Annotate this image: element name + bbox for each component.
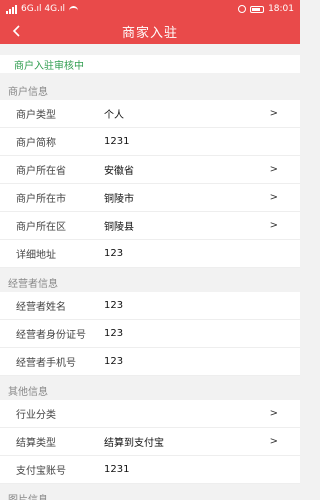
signal-icon — [6, 4, 17, 14]
field-value: 结算到支付宝 — [104, 438, 164, 449]
chevron-right-icon: > — [269, 164, 278, 175]
field-value: 1231 — [104, 136, 130, 147]
field-label: 商户简称 — [16, 138, 56, 149]
chevron-right-icon: > — [269, 436, 278, 447]
review-status-banner: 商户入驻审核中 — [0, 55, 300, 73]
review-status-text: 商户入驻审核中 — [14, 60, 84, 72]
field-label: 经营者身份证号 — [16, 330, 86, 341]
alarm-icon — [238, 5, 247, 13]
field-value: 个人 — [104, 110, 124, 121]
status-left: 6G.ıl 4G.ıl — [6, 4, 78, 14]
field-label: 结算类型 — [16, 438, 56, 449]
form-row: 经营者身份证号 123 — [0, 320, 300, 348]
status-right: 18:01 — [238, 4, 294, 14]
page-title: 商家入驻 — [121, 25, 178, 41]
field-value: 123 — [104, 248, 124, 259]
section-title: 其他信息 — [8, 386, 48, 398]
status-bar: 6G.ıl 4G.ıl 18:01 — [0, 0, 300, 18]
network-label: 6G.ıl 4G.ıl — [21, 4, 65, 14]
form-content: 商户信息 商户类型 个人 > 商户简称 1231 商户所在省 安徽省 > 商户所在市 铜陵市 > 商户所… — [0, 80, 300, 500]
clock: 18:01 — [268, 4, 294, 14]
field-value: 铜陵市 — [104, 194, 134, 205]
form-row[interactable]: 行业分类 > — [0, 400, 300, 428]
field-label: 支付宝账号 — [16, 466, 66, 477]
field-value: 123 — [104, 300, 124, 311]
field-label: 行业分类 — [16, 410, 56, 421]
form-row: 商户简称 1231 — [0, 128, 300, 156]
chevron-right-icon: > — [269, 108, 278, 119]
field-label: 详细地址 — [16, 250, 56, 261]
field-value: 123 — [104, 328, 124, 339]
form-row: 详细地址 123 — [0, 240, 300, 268]
chevron-right-icon: > — [269, 408, 278, 419]
field-label: 商户类型 — [16, 110, 56, 121]
section-title: 经营者信息 — [8, 278, 58, 290]
form-row[interactable]: 商户所在省 安徽省 > — [0, 156, 300, 184]
app-header: 商家入驻 — [0, 18, 300, 44]
chevron-right-icon: > — [269, 220, 278, 231]
field-label: 经营者手机号 — [16, 358, 76, 369]
form-row[interactable]: 商户所在区 铜陵县 > — [0, 212, 300, 240]
form-row[interactable]: 商户所在市 铜陵市 > — [0, 184, 300, 212]
field-value: 安徽省 — [104, 166, 134, 177]
back-button[interactable] — [8, 21, 26, 41]
form-row: 支付宝账号 1231 — [0, 456, 300, 484]
field-value: 铜陵县 — [104, 222, 134, 233]
form-row[interactable]: 商户类型 个人 > — [0, 100, 300, 128]
chevron-right-icon: > — [269, 192, 278, 203]
field-label: 经营者姓名 — [16, 302, 66, 313]
form-row: 经营者姓名 123 — [0, 292, 300, 320]
field-label: 商户所在市 — [16, 194, 66, 205]
section-title: 商户信息 — [8, 86, 48, 98]
field-label: 商户所在省 — [16, 166, 66, 177]
battery-icon — [250, 5, 265, 13]
field-value: 123 — [104, 356, 124, 367]
form-row: 经营者手机号 123 — [0, 348, 300, 376]
form-row[interactable]: 结算类型 结算到支付宝 > — [0, 428, 300, 456]
chevron-left-icon — [12, 25, 20, 37]
field-value: 1231 — [104, 464, 130, 475]
wifi-icon — [69, 5, 78, 13]
field-label: 商户所在区 — [16, 222, 66, 233]
section-title: 图片信息 — [8, 494, 48, 500]
